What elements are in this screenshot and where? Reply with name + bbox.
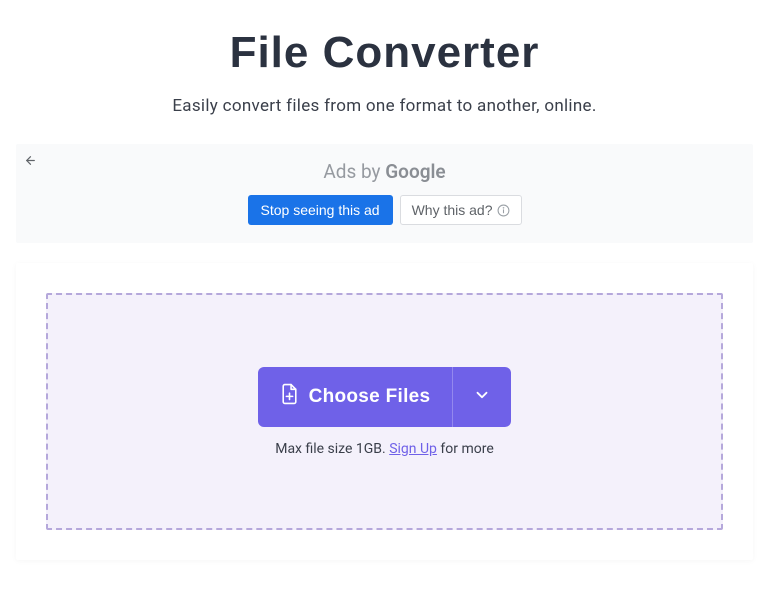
- ad-container: Ads by Google Stop seeing this ad Why th…: [16, 144, 753, 243]
- choose-files-dropdown-button[interactable]: [452, 367, 511, 427]
- stop-seeing-ad-button[interactable]: Stop seeing this ad: [248, 195, 393, 225]
- ad-buttons-row: Stop seeing this ad Why this ad?: [16, 195, 753, 225]
- page-title: File Converter: [0, 28, 769, 78]
- ad-attribution: Ads by Google: [16, 160, 753, 183]
- page-subtitle: Easily convert files from one format to …: [0, 96, 769, 116]
- info-icon: [497, 204, 510, 217]
- chevron-down-icon: [473, 386, 491, 407]
- ad-back-arrow-icon[interactable]: [24, 154, 37, 171]
- note-prefix: Max file size 1GB.: [275, 441, 389, 457]
- why-this-ad-button[interactable]: Why this ad?: [400, 195, 522, 225]
- main-card: Choose Files Max file size 1GB. Sign Up …: [16, 263, 753, 560]
- file-size-note: Max file size 1GB. Sign Up for more: [275, 441, 494, 457]
- choose-files-group: Choose Files: [258, 367, 512, 427]
- ad-prefix-text: Ads by: [323, 160, 385, 183]
- choose-files-button[interactable]: Choose Files: [258, 367, 453, 427]
- note-suffix: for more: [437, 441, 494, 457]
- ad-brand-text: Google: [385, 160, 445, 183]
- choose-files-label: Choose Files: [309, 386, 431, 408]
- why-this-ad-label: Why this ad?: [412, 202, 493, 218]
- file-dropzone[interactable]: Choose Files Max file size 1GB. Sign Up …: [46, 293, 723, 530]
- sign-up-link[interactable]: Sign Up: [389, 441, 437, 457]
- file-add-icon: [280, 383, 299, 411]
